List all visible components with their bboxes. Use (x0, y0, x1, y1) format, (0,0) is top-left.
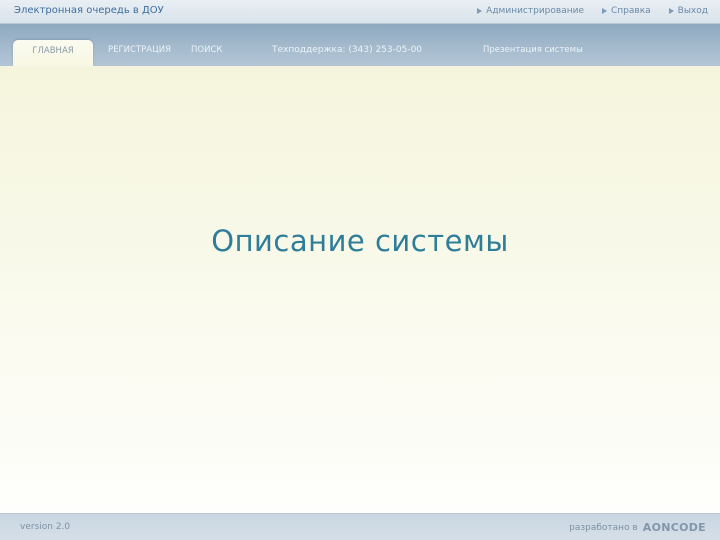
help-link[interactable]: Справка (602, 6, 651, 16)
logout-link[interactable]: Выход (668, 6, 708, 16)
triangle-right-icon (477, 8, 483, 14)
developer-credit: разработано в AONCODE (569, 521, 706, 534)
presentation-link[interactable]: Презентация системы (483, 45, 583, 55)
page-title: Описание системы (211, 224, 509, 258)
support-phone: Техподдержка: (343) 253-05-00 (272, 45, 423, 55)
version-label: version 2.0 (20, 522, 71, 532)
triangle-right-icon (668, 8, 674, 14)
tab-registration[interactable]: РЕГИСТРАЦИЯ (108, 45, 171, 55)
top-bar: Электронная очередь в ДОУ Администрирова… (0, 0, 720, 24)
footer: version 2.0 разработано в AONCODE (0, 513, 720, 540)
help-link-label: Справка (611, 6, 651, 16)
developer-logo[interactable]: AONCODE (643, 521, 706, 534)
admin-link-label: Администрирование (486, 6, 584, 16)
main-content: Описание системы (0, 66, 720, 513)
developed-by-label: разработано в (569, 522, 638, 533)
app-title: Электронная очередь в ДОУ (14, 5, 164, 16)
tab-search[interactable]: ПОИСК (191, 45, 222, 55)
top-links: Администрирование Справка Выход (477, 6, 708, 16)
nav-bar: ГЛАВНАЯ РЕГИСТРАЦИЯ ПОИСК Техподдержка: … (0, 24, 720, 66)
triangle-right-icon (602, 8, 607, 14)
logout-link-label: Выход (677, 6, 708, 16)
admin-link[interactable]: Администрирование (477, 6, 584, 16)
tab-main[interactable]: ГЛАВНАЯ (13, 40, 93, 66)
tab-main-label: ГЛАВНАЯ (32, 46, 74, 56)
